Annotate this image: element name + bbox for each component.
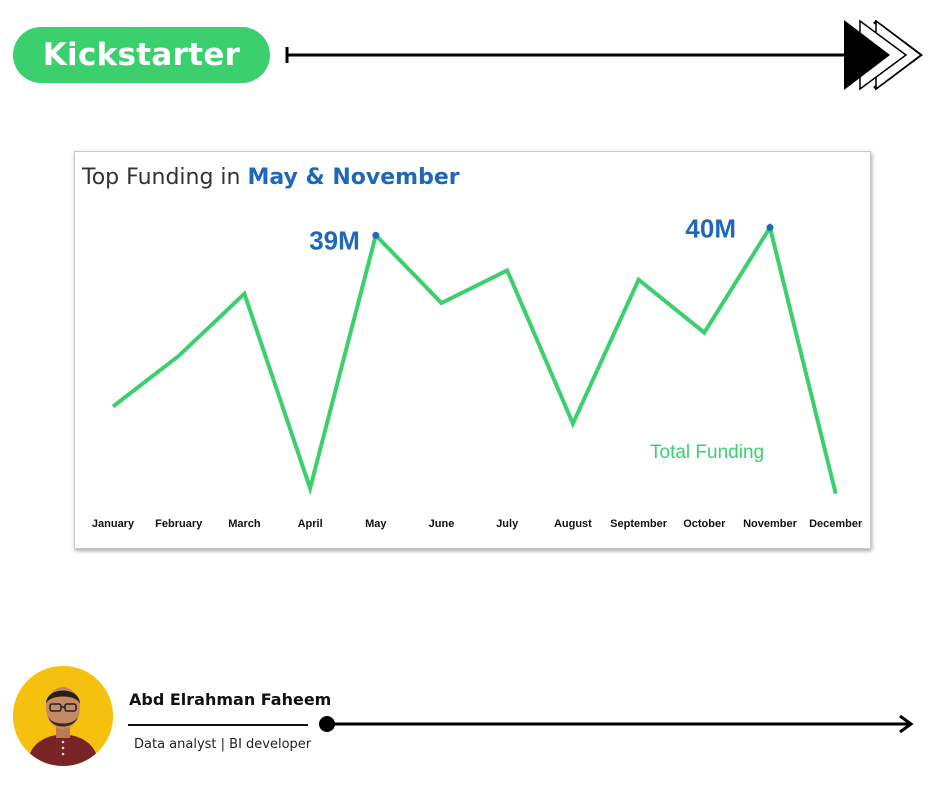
peak-marker xyxy=(766,224,774,232)
footer-dot xyxy=(319,716,335,732)
legend-label-total-funding: Total Funding xyxy=(650,442,764,463)
x-tick-label: March xyxy=(228,518,261,530)
line-chart: January February March April May June July Augu… xyxy=(92,214,863,530)
x-tick-label: June xyxy=(429,518,455,530)
x-tick-label: November xyxy=(743,518,798,530)
avatar xyxy=(13,666,113,766)
x-tick-label: September xyxy=(610,518,668,530)
arrow-right-icon xyxy=(899,714,914,734)
peak-marker xyxy=(372,231,380,239)
x-tick-label: April xyxy=(298,518,323,530)
x-tick-label: July xyxy=(496,518,519,530)
author-underline xyxy=(128,724,308,726)
peak-data-label: 39M xyxy=(309,225,360,255)
x-tick-label: August xyxy=(554,518,592,530)
x-tick-label: February xyxy=(155,518,203,530)
x-tick-label: December xyxy=(809,518,863,530)
peak-data-label: 40M xyxy=(685,214,736,244)
author-name: Abd Elrahman Faheem xyxy=(129,690,332,709)
author-role: Data analyst | BI developer xyxy=(134,737,312,752)
x-tick-label: May xyxy=(365,518,387,530)
x-tick-label: October xyxy=(683,518,726,530)
person-avatar-icon xyxy=(13,666,113,766)
x-tick-label: January xyxy=(92,518,135,530)
